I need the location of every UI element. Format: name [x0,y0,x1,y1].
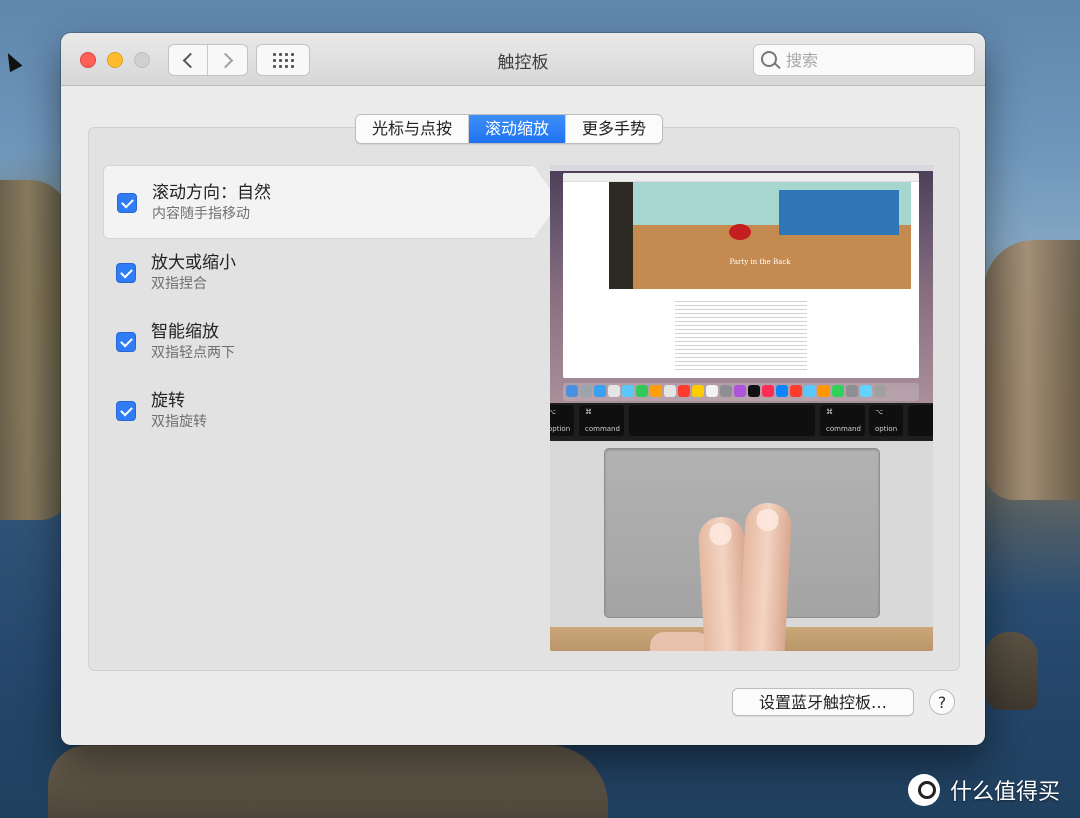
tab-bar: 光标与点按 滚动缩放 更多手势 [355,114,664,144]
key-label: command [585,425,620,433]
zoom-in-out-checkbox[interactable] [116,263,136,283]
checkmark-icon [119,334,133,347]
mouse-cursor-icon [1,49,23,73]
watermark: 什么值得买 [908,773,1060,807]
key-symbol: ⌥ [550,408,557,416]
preview-key-command-right: ⌘ command [820,405,865,436]
title-bar: 触控板 [61,33,985,86]
scroll-direction-checkbox[interactable] [117,193,137,213]
preview-keyboard: ⌥ option ⌘ command ⌘ command ⌥ option [550,403,933,441]
rotate-checkbox[interactable] [116,401,136,421]
preview-hero-wall [609,182,633,289]
watermark-logo-icon [908,774,940,806]
gesture-preview-video: Party in the Back ⌥ option ⌘ command ⌘ c… [550,165,933,651]
fingernail [755,508,780,532]
option-smart-zoom[interactable]: 智能缩放 双指轻点两下 [103,308,533,377]
preview-browser-toolbar [563,173,919,182]
option-zoom-in-out[interactable]: 放大或缩小 双指捏合 [103,239,533,308]
setup-bluetooth-trackpad-button[interactable]: 设置蓝牙触控板… [732,688,914,716]
preview-hero-painting [779,190,899,235]
option-subtitle: 双指捏合 [151,276,207,292]
smart-zoom-checkbox[interactable] [116,332,136,352]
desktop-wallpaper-islet [986,632,1038,710]
key-label: command [826,425,861,433]
preview-key-arrow [908,405,933,436]
preview-laptop-screen: Party in the Back [550,165,933,403]
tab-point-and-click[interactable]: 光标与点按 [356,115,470,143]
preview-dock [563,383,919,401]
preview-key-command-left: ⌘ command [579,405,624,436]
key-label: option [550,425,571,433]
option-rotate[interactable]: 旋转 双指旋转 [103,377,533,446]
two-finger-gesture-illustration [696,497,796,651]
preview-key-option-left: ⌥ option [550,405,574,436]
fingernail [708,522,733,546]
tab-more-gestures[interactable]: 更多手势 [566,115,662,143]
watermark-text: 什么值得买 [950,780,1061,805]
key-symbol: ⌘ [826,408,833,416]
trackpad-preferences-window: 触控板 光标与点按 滚动缩放 更多手势 滚动方向：自然 内容随手指移动 放大或缩… [61,33,985,745]
preview-key-space [629,405,815,436]
option-title: 智能缩放 [151,322,219,342]
key-symbol: ⌥ [875,408,884,416]
preview-hero-caption: Party in the Back [729,258,791,266]
preview-browser-window: Party in the Back [563,173,919,378]
gesture-options-list: 滚动方向：自然 内容随手指移动 放大或缩小 双指捏合 智能缩放 双指轻点两下 旋… [103,165,559,446]
desktop-wallpaper-cliff-right [984,240,1080,500]
key-symbol: ⌘ [585,408,592,416]
option-scroll-direction[interactable]: 滚动方向：自然 内容随手指移动 [103,165,559,239]
tab-scroll-and-zoom[interactable]: 滚动缩放 [469,115,567,143]
option-title: 滚动方向：自然 [152,183,271,203]
desktop-wallpaper-cliff-left [0,180,70,520]
finger-middle [737,501,793,651]
checkmark-icon [119,265,133,278]
option-subtitle: 内容随手指移动 [152,206,250,222]
key-label: option [875,425,898,433]
preview-menubar [550,165,933,171]
option-subtitle: 双指轻点两下 [151,345,235,361]
preview-hero-vase [729,224,751,240]
desktop-wallpaper-rocks [48,745,608,818]
preview-hero-image: Party in the Back [609,182,911,289]
search-field[interactable] [753,44,975,76]
checkmark-icon [119,403,133,416]
option-subtitle: 双指旋转 [151,414,207,430]
search-icon [761,51,777,67]
preview-article-text [675,301,807,371]
option-title: 旋转 [151,391,185,411]
help-button[interactable]: ? [929,689,955,715]
preview-key-option-right: ⌥ option [869,405,903,436]
checkmark-icon [120,195,134,208]
option-title: 放大或缩小 [151,253,236,273]
search-input[interactable] [784,48,968,72]
